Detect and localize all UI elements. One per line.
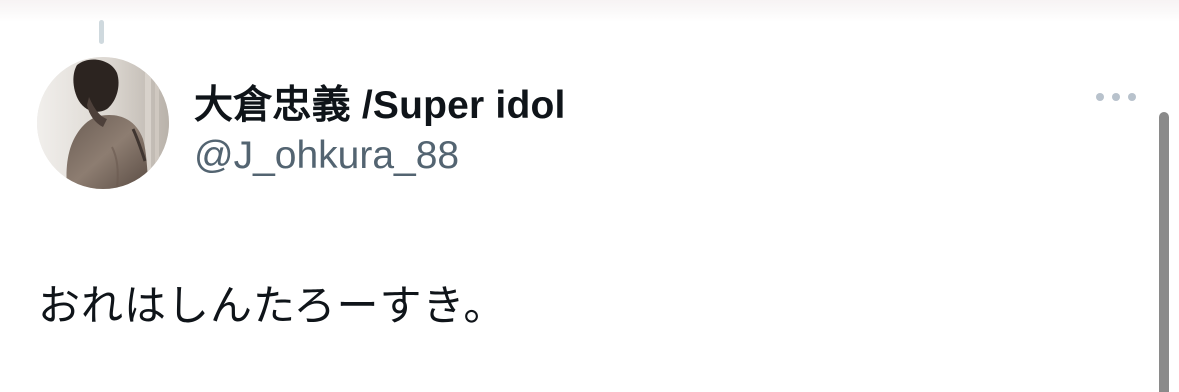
more-options-button[interactable]	[1090, 84, 1142, 110]
profile-photo-icon	[37, 57, 169, 189]
previous-tweet-edge	[0, 0, 1179, 22]
tweet-screen: 大倉忠義 /Super idol @J_ohkura_88 おれはしんたろーすき…	[0, 0, 1179, 392]
scrollbar-thumb[interactable]	[1159, 112, 1169, 392]
display-name[interactable]: 大倉忠義 /Super idol	[194, 74, 566, 130]
user-handle[interactable]: @J_ohkura_88	[194, 134, 459, 178]
thread-connector-line	[99, 20, 104, 44]
more-horizontal-icon	[1096, 93, 1136, 101]
avatar[interactable]	[37, 57, 169, 189]
tweet-text: おれはしんたろーすき。	[38, 282, 507, 329]
